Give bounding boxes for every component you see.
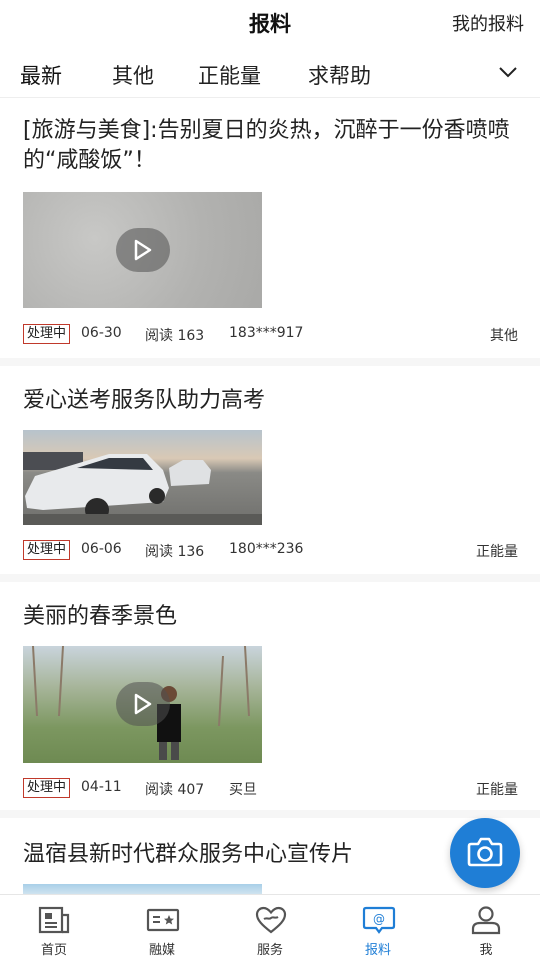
post-date: 06-06 bbox=[81, 541, 122, 557]
post-user: 183***917 bbox=[229, 325, 304, 341]
post-image[interactable] bbox=[23, 430, 262, 525]
divider bbox=[0, 358, 540, 366]
nav-label: 首页 bbox=[40, 943, 67, 958]
car-photo-illustration bbox=[23, 452, 262, 525]
post-user: 180***236 bbox=[229, 541, 304, 557]
divider bbox=[0, 574, 540, 582]
post-title: [旅游与美食]:告别夏日的炎热，沉醉于一份香喷喷的“咸酸饭”！ bbox=[23, 118, 510, 173]
post-category: 其他 bbox=[490, 328, 518, 344]
news-icon bbox=[38, 906, 70, 934]
post-category: 正能量 bbox=[476, 782, 518, 798]
video-thumbnail[interactable] bbox=[23, 646, 262, 763]
read-count: 阅读 136 bbox=[145, 544, 205, 560]
media-icon bbox=[146, 908, 180, 932]
nav-service[interactable]: 服务 bbox=[216, 895, 324, 960]
camera-button[interactable] bbox=[450, 818, 520, 888]
play-icon[interactable] bbox=[116, 682, 170, 726]
video-thumbnail[interactable] bbox=[23, 192, 262, 308]
chevron-down-icon[interactable] bbox=[498, 62, 518, 82]
post-date: 06-30 bbox=[81, 325, 122, 341]
list-item[interactable]: 美丽的春季景色 处理中 04-11 阅读 407 买旦 正能量 bbox=[0, 582, 540, 818]
category-tabs: 最新 其他 正能量 求帮助 bbox=[0, 50, 540, 98]
play-icon[interactable] bbox=[116, 228, 170, 272]
my-report-link[interactable]: 我的报料 bbox=[452, 10, 524, 36]
tab-positive-energy[interactable]: 正能量 bbox=[198, 60, 261, 90]
nav-home[interactable]: 首页 bbox=[0, 895, 108, 960]
tab-other[interactable]: 其他 bbox=[112, 60, 154, 90]
post-meta: 处理中 06-06 阅读 136 180***236 正能量 bbox=[23, 540, 518, 562]
post-title: 美丽的春季景色 bbox=[23, 604, 178, 629]
nav-label: 报料 bbox=[364, 943, 391, 958]
status-badge: 处理中 bbox=[23, 540, 71, 560]
svg-text:@: @ bbox=[373, 912, 385, 926]
post-title: 温宿县新时代群众服务中心宣传片 bbox=[23, 842, 354, 867]
post-meta: 处理中 04-11 阅读 407 买旦 正能量 bbox=[23, 778, 518, 800]
post-date: 04-11 bbox=[81, 779, 122, 795]
nav-label: 融媒 bbox=[148, 943, 175, 958]
post-category: 正能量 bbox=[476, 544, 518, 560]
bottom-nav: 首页 融媒 服务 @ 报料 我 bbox=[0, 894, 540, 960]
heart-service-icon bbox=[255, 906, 287, 934]
nav-media[interactable]: 融媒 bbox=[108, 895, 216, 960]
post-title: 爱心送考服务队助力高考 bbox=[23, 388, 266, 413]
nav-label: 我 bbox=[479, 943, 493, 958]
list-item[interactable]: [旅游与美食]:告别夏日的炎热，沉醉于一份香喷喷的“咸酸饭”！ 处理中 06-3… bbox=[0, 100, 540, 366]
status-badge: 处理中 bbox=[23, 324, 71, 344]
tab-latest[interactable]: 最新 bbox=[20, 60, 62, 90]
tab-seek-help[interactable]: 求帮助 bbox=[308, 60, 371, 90]
read-count: 阅读 407 bbox=[145, 782, 205, 798]
divider bbox=[0, 810, 540, 818]
camera-icon bbox=[467, 837, 503, 867]
post-user: 买旦 bbox=[229, 782, 257, 798]
top-bar: 报料 我的报料 bbox=[0, 0, 540, 46]
nav-report[interactable]: @ 报料 bbox=[324, 895, 432, 960]
report-chat-icon: @ bbox=[362, 906, 396, 934]
nav-label: 服务 bbox=[256, 943, 283, 958]
post-meta: 处理中 06-30 阅读 163 183***917 其他 bbox=[23, 324, 518, 346]
status-badge: 处理中 bbox=[23, 778, 71, 798]
nav-me[interactable]: 我 bbox=[432, 895, 540, 960]
post-image[interactable] bbox=[23, 884, 262, 894]
user-icon bbox=[471, 906, 501, 935]
read-count: 阅读 163 bbox=[145, 328, 205, 344]
list-item[interactable]: 爱心送考服务队助力高考 处理中 06-06 阅读 136 180***236 正… bbox=[0, 366, 540, 582]
